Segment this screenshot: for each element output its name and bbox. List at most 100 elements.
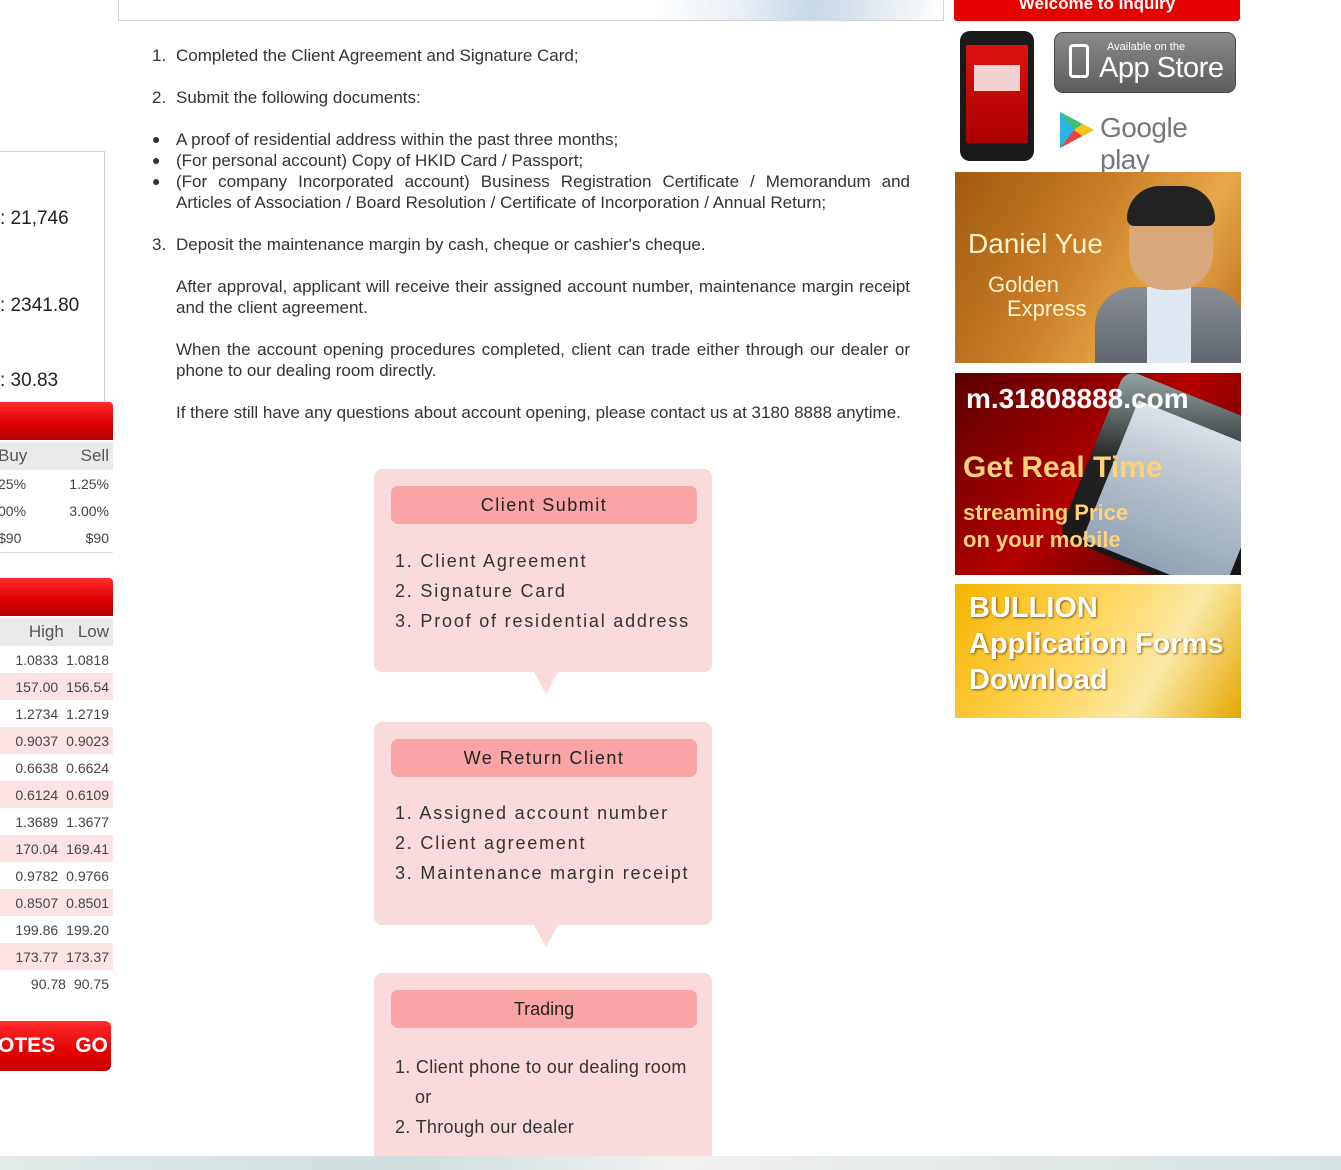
flow-down-arrow-icon <box>534 925 558 947</box>
table-cell: 1.3677 <box>66 813 109 830</box>
banner-subtitle: Express <box>1007 296 1087 321</box>
contact-paragraph: If there still have any questions about … <box>176 403 901 422</box>
mobile-streaming-price-banner[interactable]: m.31808888.com Get Real Time streaming P… <box>955 373 1241 575</box>
table-cell: 1.2734 <box>15 705 59 722</box>
bullion-application-forms-banner[interactable]: BULLION Application Forms Download <box>955 584 1241 718</box>
flow-step-title: We Return Client <box>391 739 697 777</box>
table-cell: 1.0833 <box>15 651 59 668</box>
banner-line: on your mobile <box>963 527 1121 552</box>
flow-step-title: Client Submit <box>391 486 697 524</box>
table-cell: 1.25% <box>69 475 109 492</box>
table-cell: 0.6109 <box>66 786 109 803</box>
table-cell: $90 <box>0 529 22 546</box>
step-number: 1. <box>152 46 167 65</box>
phone-screen <box>966 45 1028 143</box>
table-cell: 199.86 <box>15 921 59 938</box>
go-label: GO <box>75 1034 108 1057</box>
table-cell: $90 <box>85 529 109 546</box>
flow-step-title: Trading <box>391 990 697 1028</box>
table-cell: 1.2719 <box>66 705 109 722</box>
table-row: 0.6124 0.6109 <box>0 781 113 808</box>
flow-step-client-submit: Client Submit 1. Client Agreement 2. Sig… <box>374 469 712 694</box>
market-index-panel: : 21,746 : 2341.80 : 30.83 <box>0 151 105 403</box>
table-row: 00% 3.00% <box>0 497 113 524</box>
flow-down-arrow-icon <box>534 672 558 694</box>
banner-line: Download <box>969 664 1108 696</box>
banner-headline: Get Real Time <box>963 451 1163 484</box>
flow-step-item: 2. Client agreement <box>395 833 587 853</box>
flow-step-trading: Trading 1. Client phone to our dealing r… <box>374 973 712 1163</box>
flow-step-item: 3. Proof of residential address <box>395 611 690 631</box>
index-value: : 30.83 <box>0 370 59 391</box>
mobile-app-phone-image <box>960 31 1034 161</box>
google-play-badge[interactable]: Google play <box>1058 106 1233 175</box>
table-row: 0.9782 0.9766 <box>0 862 113 889</box>
table-cell: 25% <box>0 475 27 492</box>
table-cell: 157.00 <box>15 678 59 695</box>
flow-step-item: 1. Client phone to our dealing room <box>395 1057 687 1077</box>
flow-step-we-return-client: We Return Client 1. Assigned account num… <box>374 722 712 947</box>
daniel-yue-golden-express-banner[interactable]: Daniel Yue Golden Express <box>955 172 1241 363</box>
quotes-label: OTES <box>0 1034 56 1057</box>
google-play-label: Google play <box>1100 112 1188 175</box>
portrait-hair <box>1127 186 1215 226</box>
rates-table: High Low 1.0833 1.0818 157.00 156.54 1.2734 1… <box>0 618 113 997</box>
table-row: 0.8507 0.8501 <box>0 889 113 916</box>
table-cell: 173.77 <box>15 948 59 965</box>
table-cell: 156.54 <box>66 678 109 695</box>
step-number: 3. <box>152 235 167 254</box>
flow-step-item: 2. Signature Card <box>395 581 567 601</box>
fees-table: Buy Sell 25% 1.25% 00% 3.00% $90 $90 <box>0 442 113 553</box>
table-row: 0.6638 0.6624 <box>0 754 113 781</box>
portrait-shirt <box>1147 287 1191 363</box>
app-store-badge[interactable]: Available on the App Store <box>1054 32 1236 93</box>
table-cell: 0.6124 <box>15 786 59 803</box>
top-banner-frame <box>118 0 944 21</box>
table-row: 173.77 173.37 <box>0 943 113 970</box>
table-row: 0.9037 0.9023 <box>0 727 113 754</box>
table-row: 1.0833 1.0818 <box>0 646 113 673</box>
flow-step-item: 3. Maintenance margin receipt <box>395 863 690 883</box>
banner-subtitle: Golden <box>988 272 1059 297</box>
table-cell: 0.6638 <box>15 759 59 776</box>
index-value: : 21,746 <box>0 208 69 229</box>
bottom-footer-strip <box>0 1156 1341 1170</box>
table-row: 1.2734 1.2719 <box>0 700 113 727</box>
fees-table-header-bar <box>0 402 113 440</box>
table-cell: 00% <box>0 502 27 519</box>
table-row: 199.86 199.20 <box>0 916 113 943</box>
table-cell: 169.41 <box>66 840 109 857</box>
flow-step-item: 1. Assigned account number <box>395 803 669 823</box>
step-number: 2. <box>152 88 167 107</box>
table-cell: 173.37 <box>66 948 109 965</box>
table-cell: 1.3689 <box>15 813 59 830</box>
banner-name: Daniel Yue <box>968 228 1103 259</box>
flow-step-item: 2. Through our dealer <box>395 1117 575 1137</box>
table-row: 157.00 156.54 <box>0 673 113 700</box>
document-item: (For company Incorporated account) Busin… <box>152 171 910 213</box>
table-cell: 0.9782 <box>15 867 59 884</box>
column-header-buy: Buy <box>0 446 28 465</box>
banner-url: m.31808888.com <box>966 383 1189 414</box>
flow-step-item: or <box>415 1087 432 1107</box>
table-cell: 0.6624 <box>66 759 109 776</box>
flow-step-item: 1. Client Agreement <box>395 551 588 571</box>
quotes-go-button[interactable]: OTES GO <box>0 1021 111 1071</box>
banner-line: Application Forms <box>969 628 1224 660</box>
column-header-low: Low <box>77 622 109 641</box>
documents-list: A proof of residential address within th… <box>152 129 910 213</box>
table-row: 170.04 169.41 <box>0 835 113 862</box>
iphone-icon <box>1069 44 1089 78</box>
table-cell: 0.9766 <box>66 867 109 884</box>
document-item: A proof of residential address within th… <box>152 129 910 150</box>
table-cell: 0.8507 <box>15 894 59 911</box>
column-header-sell: Sell <box>80 446 109 465</box>
step-text: Submit the following documents: <box>176 88 421 107</box>
banner-line: streaming Price <box>963 500 1129 525</box>
step-text: Completed the Client Agreement and Signa… <box>176 46 579 65</box>
fees-table-headers: Buy Sell <box>0 442 113 470</box>
welcome-inquiry-button[interactable]: Welcome to Inquiry <box>954 0 1240 21</box>
rates-table-header-bar <box>0 578 113 616</box>
table-row: 25% 1.25% <box>0 470 113 497</box>
banner-line: BULLION <box>969 592 1098 624</box>
